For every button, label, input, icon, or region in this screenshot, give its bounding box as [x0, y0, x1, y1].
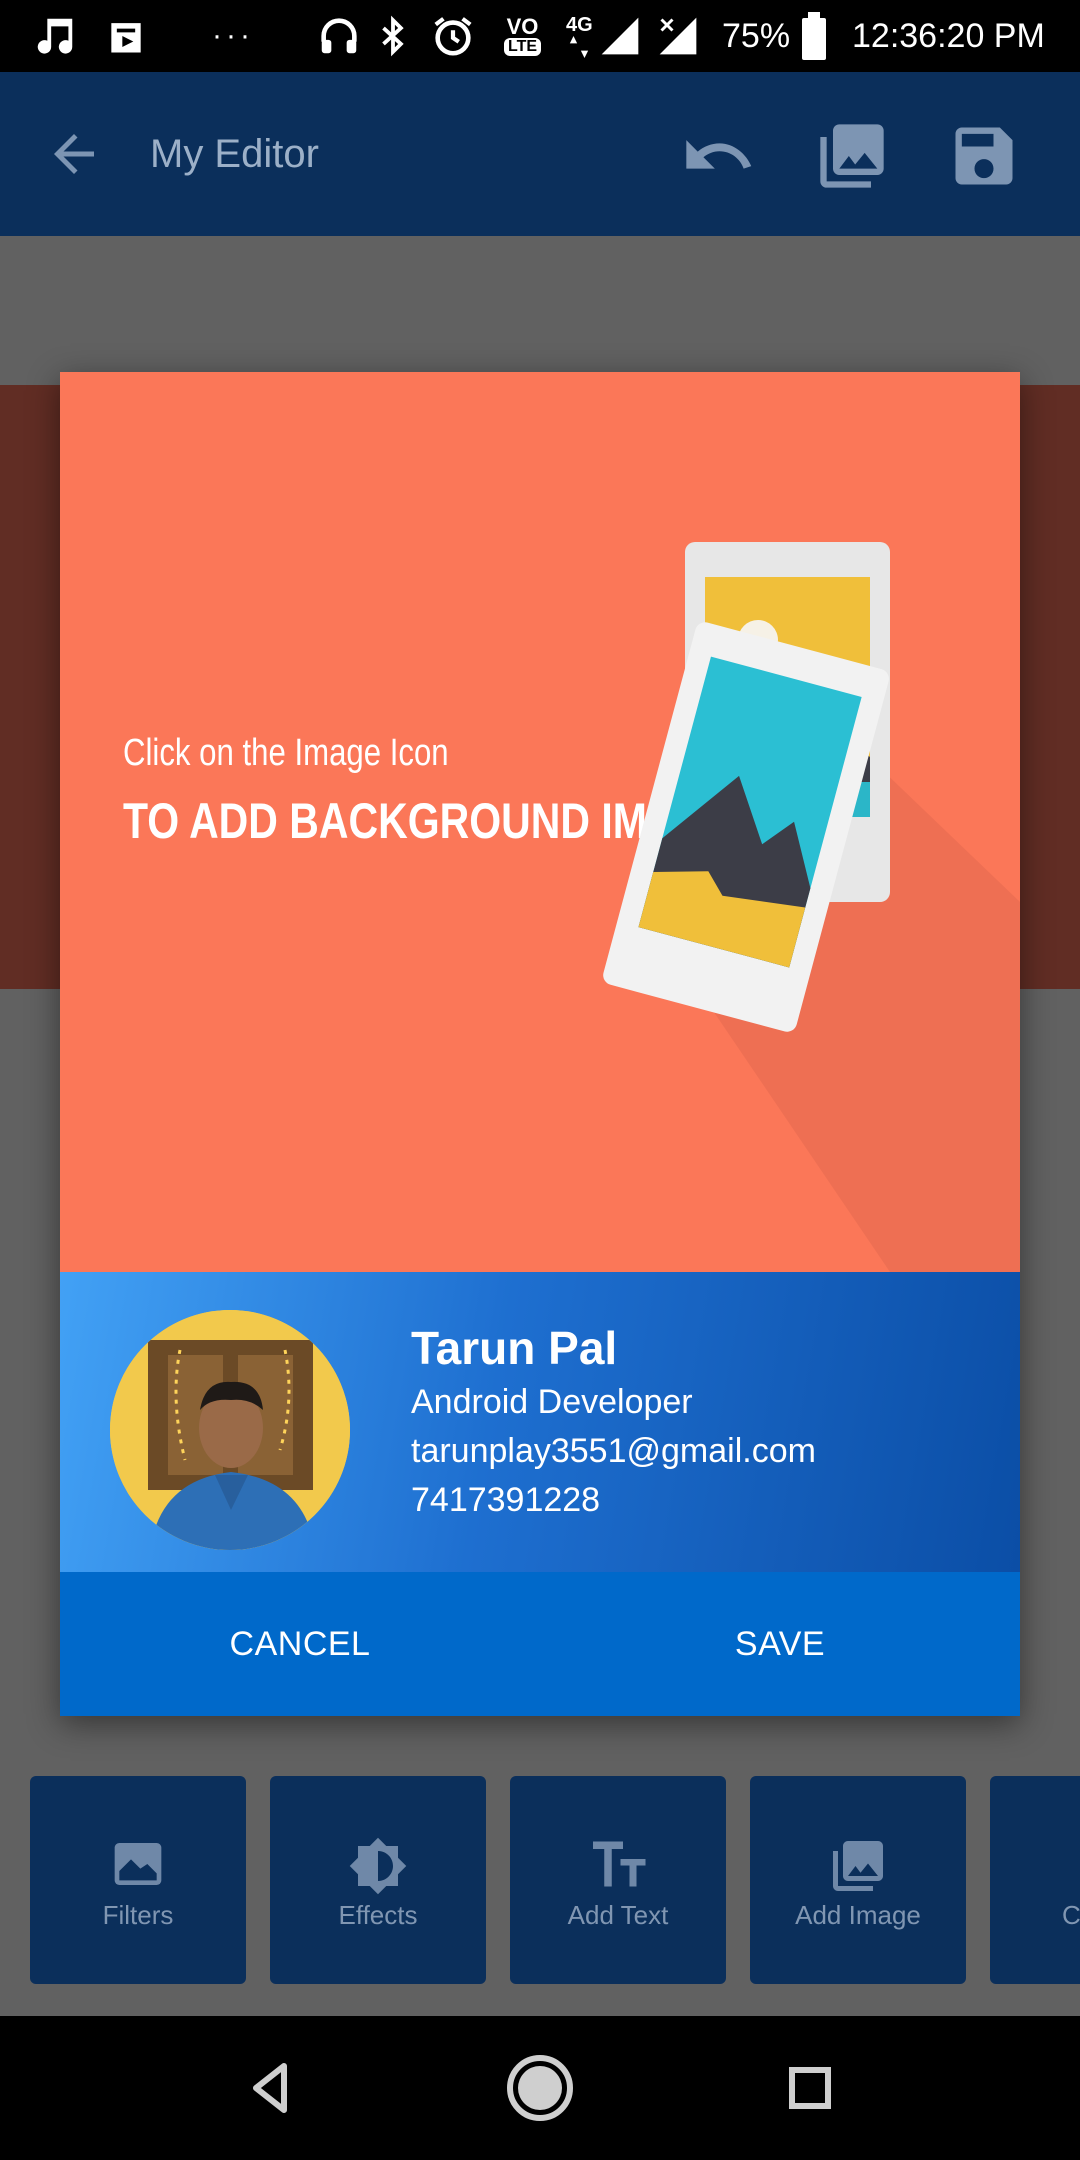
tool-effects[interactable]: Effects — [270, 1776, 486, 1984]
tool-filters[interactable]: Filters — [30, 1776, 246, 1984]
tool-add-text[interactable]: Add Text — [510, 1776, 726, 1984]
data-arrows-icon: 4G — [566, 0, 593, 72]
save-dialog: Click on the Image Icon TO ADD BACKGROUN… — [60, 372, 1020, 1716]
tool-label: C — [1062, 1900, 1080, 1930]
back-arrow-icon[interactable] — [44, 124, 104, 184]
brightness-icon — [270, 1836, 486, 1896]
save-button[interactable]: SAVE — [540, 1572, 1020, 1716]
alarm-icon — [430, 0, 476, 72]
preview-hint-line1: Click on the Image Icon — [123, 732, 449, 774]
avatar — [110, 1310, 350, 1550]
text-icon — [510, 1836, 726, 1892]
profile-info: Tarun Pal Android Developer tarunplay355… — [411, 1318, 816, 1525]
app-bar: My Editor — [0, 72, 1080, 236]
status-bar: ··· VO LTE 4G 75% 12:36:20 PM — [0, 0, 1080, 72]
gallery-icon[interactable] — [814, 118, 890, 194]
save-icon[interactable] — [946, 118, 1022, 194]
tool-partial[interactable]: C — [990, 1776, 1080, 1984]
volte-text: VO — [506, 14, 539, 39]
profile-role: Android Developer — [411, 1383, 693, 1421]
shopping-bag-icon — [104, 0, 148, 72]
network-type: 4G — [566, 14, 593, 36]
headphones-icon — [316, 0, 362, 72]
signal-icon — [598, 0, 642, 72]
home-nav-icon[interactable] — [500, 2048, 580, 2128]
gallery-icon — [750, 1836, 966, 1896]
dialog-actions: CANCEL SAVE — [60, 1572, 1020, 1716]
tool-label: Add Text — [567, 1900, 669, 1930]
bluetooth-icon — [374, 0, 412, 72]
recents-nav-icon[interactable] — [770, 2048, 850, 2128]
signal-icon-2 — [656, 0, 700, 72]
image-icon — [30, 1836, 246, 1892]
profile-email: tarunplay3551@gmail.com — [411, 1432, 816, 1470]
screen: ··· VO LTE 4G 75% 12:36:20 PM My Editor … — [0, 0, 1080, 2160]
volte-icon: VO LTE — [504, 0, 542, 72]
profile-card: Tarun Pal Android Developer tarunplay355… — [60, 1272, 1020, 1572]
cancel-button[interactable]: CANCEL — [60, 1572, 540, 1716]
app-title: My Editor — [150, 132, 319, 176]
nav-bar — [0, 2016, 1080, 2160]
background-preview: Click on the Image Icon TO ADD BACKGROUN… — [60, 372, 1020, 1272]
lte-badge: LTE — [504, 38, 542, 56]
tool-label: Filters — [102, 1900, 174, 1930]
clock: 12:36:20 PM — [852, 16, 1045, 55]
profile-name: Tarun Pal — [411, 1322, 618, 1374]
battery-percent: 75% — [722, 16, 791, 55]
tool-label: Add Image — [795, 1900, 921, 1930]
tool-label: Effects — [338, 1900, 418, 1930]
photo-illustration-icon — [603, 542, 1020, 1272]
back-nav-icon[interactable] — [232, 2048, 312, 2128]
more-dots: ··· — [212, 19, 254, 52]
profile-phone: 7417391228 — [411, 1481, 601, 1519]
music-icon — [32, 0, 78, 72]
undo-icon[interactable] — [680, 118, 756, 194]
battery-icon — [800, 0, 828, 72]
plus-icon — [990, 1836, 1080, 1892]
tool-add-image[interactable]: Add Image — [750, 1776, 966, 1984]
